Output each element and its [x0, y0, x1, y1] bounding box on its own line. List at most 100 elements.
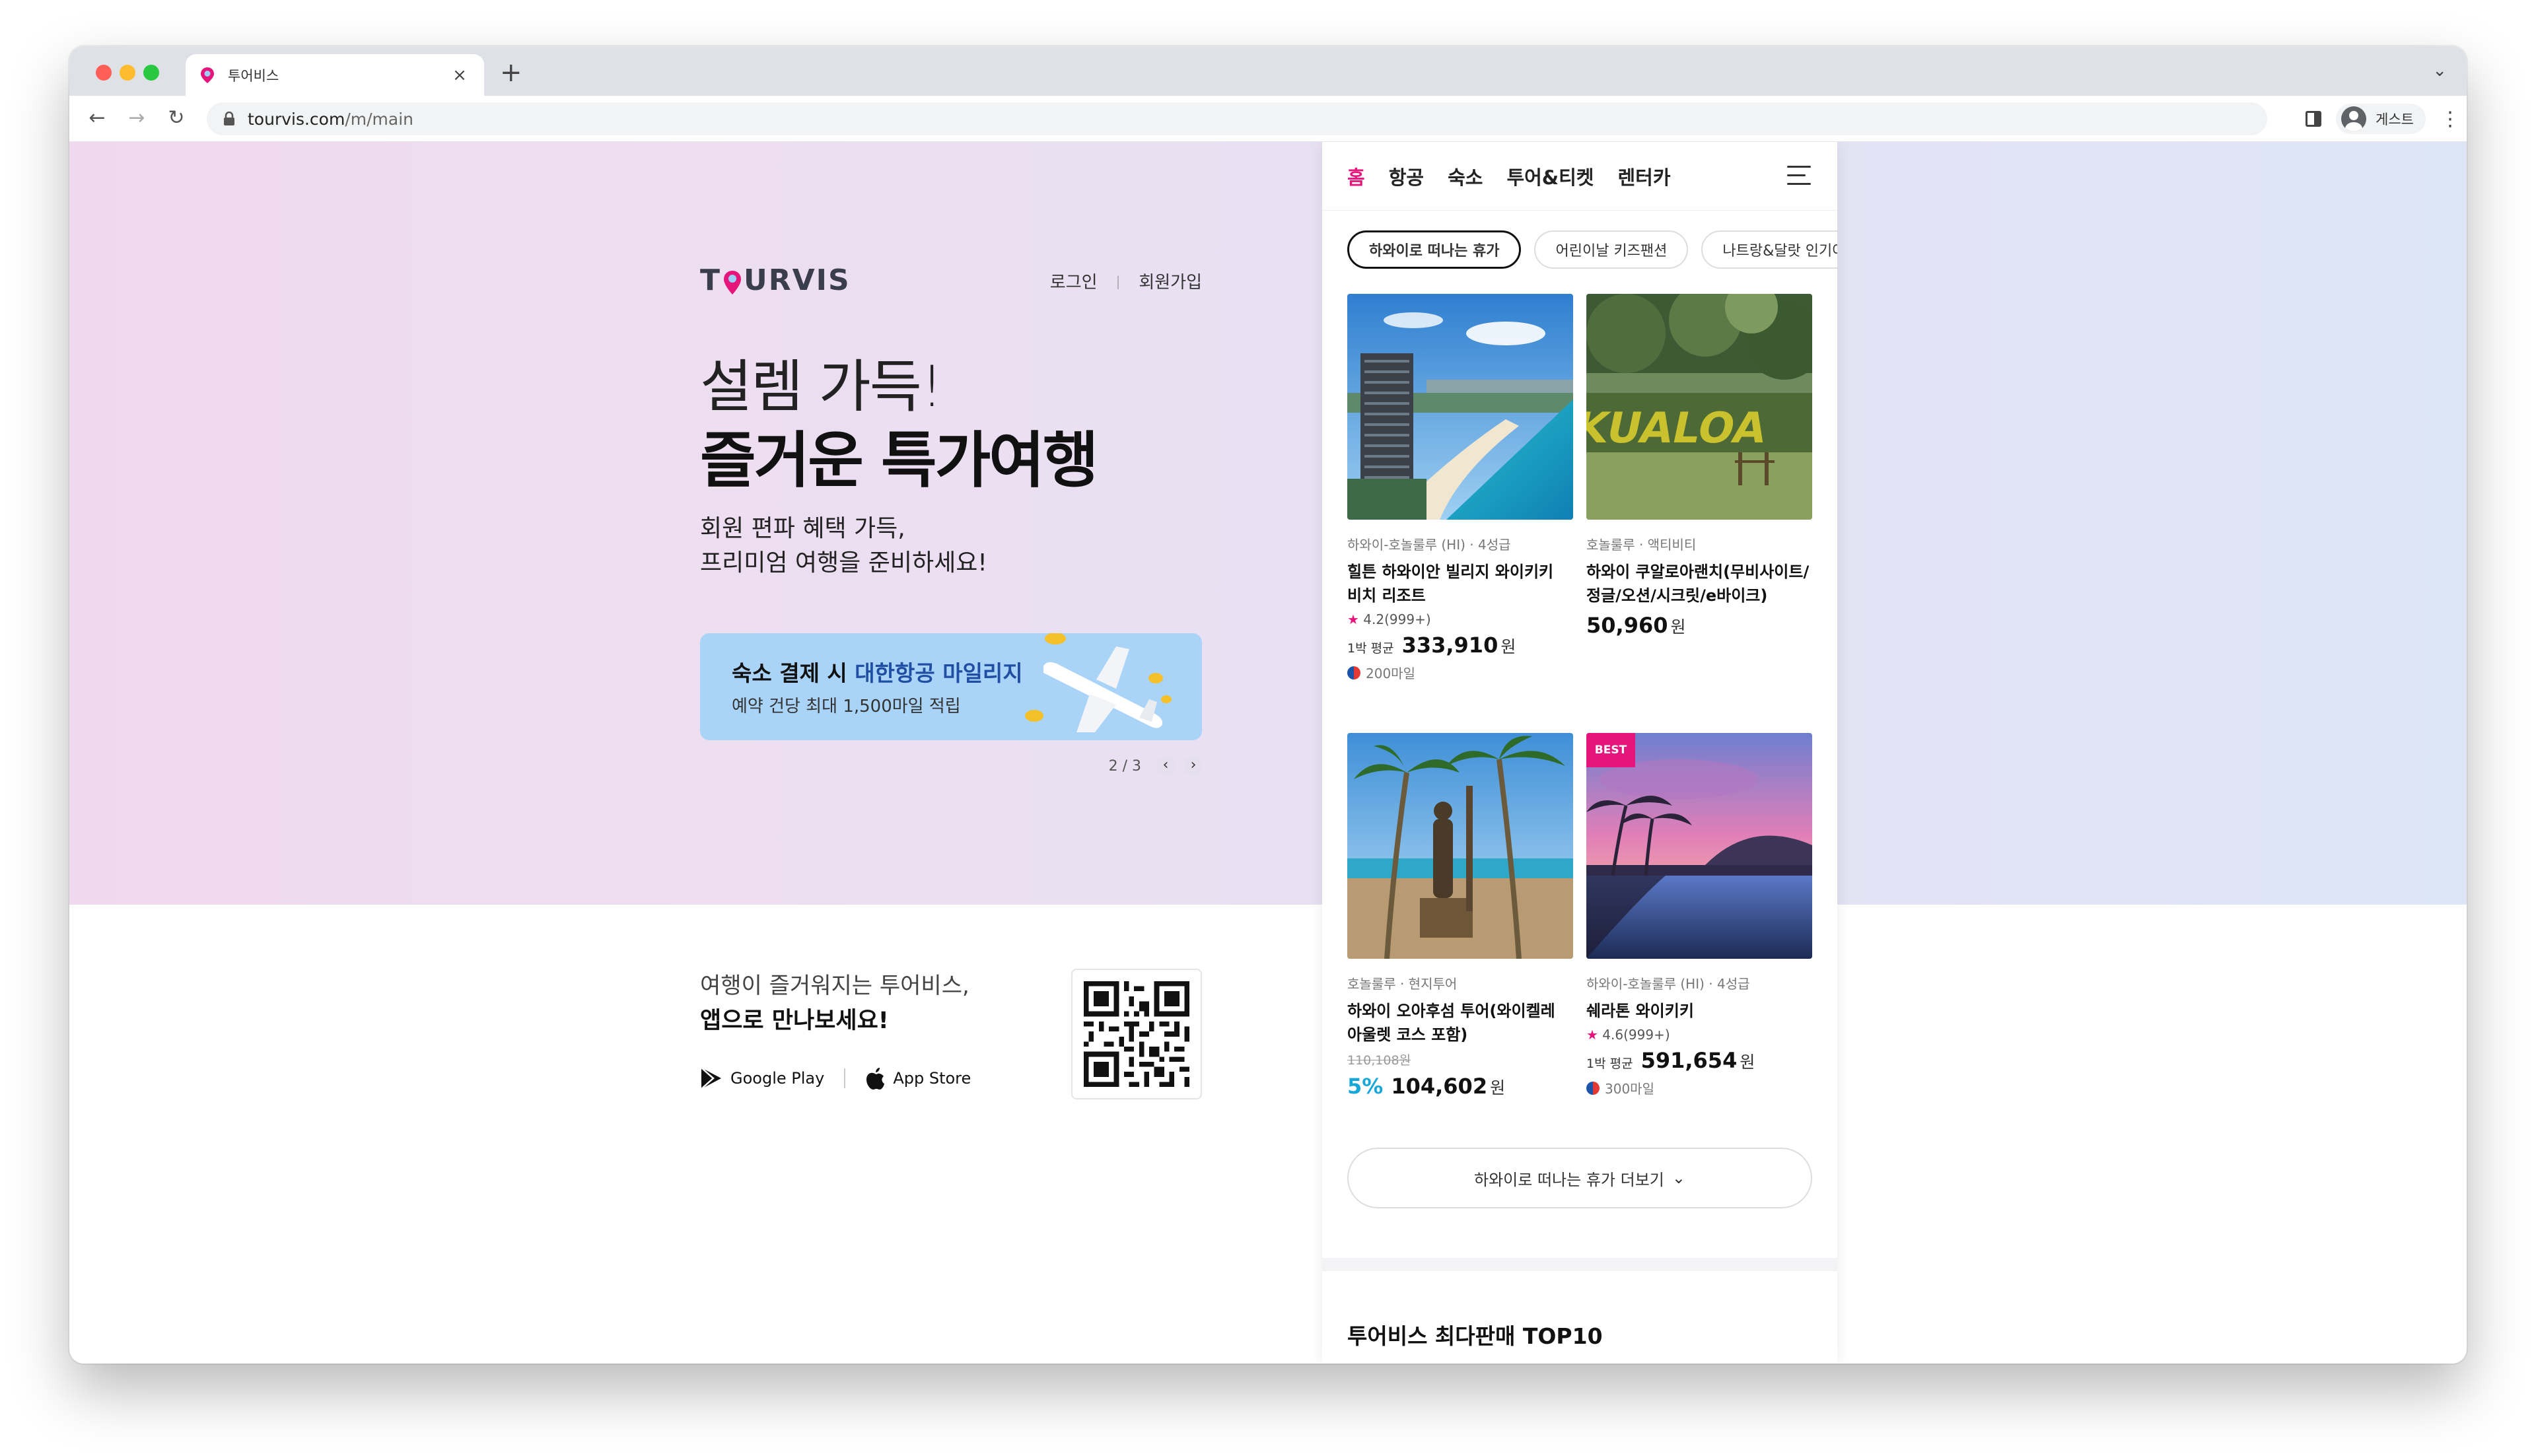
- product-meta: 호놀룰루 · 현지투어: [1347, 976, 1458, 992]
- price-label: 1박 평균: [1347, 641, 1394, 656]
- nav-item-home[interactable]: 홈: [1347, 162, 1365, 190]
- product-card[interactable]: BEST 하와이-호놀룰루 (HI) · 4성급 쉐라톤 와이키키 ★ 4.6(…: [1586, 733, 1812, 1097]
- discount-rate: 5%: [1347, 1074, 1384, 1099]
- signup-link[interactable]: 회원가입: [1139, 269, 1202, 293]
- product-price: 1박 평균 333,910 원: [1347, 633, 1573, 658]
- store-divider: [844, 1068, 846, 1088]
- app-store-links: Google Play App Store: [700, 1066, 971, 1090]
- product-image-kualoa: KUALOA: [1586, 294, 1812, 520]
- address-bar[interactable]: tourvis.com/m/main: [207, 102, 2267, 135]
- url-path: /m/main: [345, 109, 413, 129]
- nav-item-tours-tickets[interactable]: 투어&티켓: [1506, 162, 1594, 190]
- product-rating: ★ 4.2(999+): [1347, 611, 1573, 627]
- mobile-nav: 홈 항공 숙소 투어&티켓 렌터카: [1322, 142, 1837, 211]
- page-content: T URVIS 로그인 | 회원가입 설렘 가득! 즐거운 특가여행 회원 편파…: [69, 142, 2467, 1364]
- pager-current: 2: [1108, 757, 1118, 775]
- promo-banner[interactable]: 숙소 결제 시 대한항공 마일리지 예약 건당 최대 1,500마일 적립: [700, 633, 1202, 740]
- promo-title-prefix: 숙소 결제 시: [732, 660, 855, 686]
- pager-next-button[interactable]: ›: [1185, 757, 1202, 775]
- google-play-link[interactable]: Google Play: [700, 1066, 824, 1090]
- nav-item-rentacar[interactable]: 렌터카: [1617, 162, 1670, 190]
- side-panel-icon[interactable]: [2306, 111, 2322, 127]
- hamburger-menu-icon[interactable]: [1787, 164, 1811, 187]
- tab-close-icon[interactable]: ×: [450, 65, 470, 85]
- chip-hawaii[interactable]: 하와이로 떠나는 휴가: [1347, 230, 1522, 269]
- mileage-value: 300마일: [1605, 1081, 1654, 1097]
- korean-air-icon: [1586, 1081, 1600, 1095]
- product-name: 힐튼 하와이안 빌리지 와이키키 비치 리조트: [1347, 563, 1554, 605]
- subheadline-line-1: 회원 편파 혜택 가득,: [700, 515, 905, 542]
- banner-pager: 2 / 3 ‹ ›: [1109, 757, 1202, 775]
- reload-icon[interactable]: ↻: [163, 105, 190, 131]
- back-arrow-icon[interactable]: ←: [84, 105, 110, 131]
- pager-total: 3: [1132, 757, 1141, 775]
- svg-text:KUALOA: KUALOA: [1586, 404, 1771, 453]
- mileage-value: 200마일: [1366, 666, 1415, 681]
- browser-menu-icon[interactable]: ⋮: [2440, 108, 2460, 131]
- price-value: 591,654: [1640, 1048, 1738, 1073]
- new-tab-button[interactable]: +: [500, 59, 522, 86]
- product-card[interactable]: 호놀룰루 · 현지투어 하와이 오아후섬 투어(와이켈레 아울렛 코스 포함) …: [1347, 733, 1573, 1099]
- review-count: (999+): [1623, 1027, 1670, 1043]
- product-card[interactable]: 하와이-호놀룰루 (HI) · 4성급 힐튼 하와이안 빌리지 와이키키 비치 …: [1347, 294, 1573, 682]
- product-meta: 호놀룰루 · 액티비티: [1586, 537, 1697, 553]
- promo-title-highlight: 대한항공 마일리지: [855, 660, 1023, 686]
- more-button-label: 하와이로 떠나는 휴가 더보기: [1474, 1170, 1664, 1189]
- lock-icon: [223, 111, 236, 126]
- pager-separator: /: [1117, 757, 1132, 775]
- price-unit: 원: [1740, 1053, 1755, 1072]
- app-promo-line-1: 여행이 즐거워지는 투어비스,: [700, 973, 969, 999]
- product-meta: 하와이-호놀룰루 (HI) · 4성급: [1586, 976, 1750, 992]
- more-hawaii-button[interactable]: 하와이로 떠나는 휴가 더보기 ⌄: [1347, 1148, 1812, 1208]
- theme-chips: 하와이로 떠나는 휴가 어린이날 키즈팬션 나트랑&달랏 인기여행: [1347, 230, 1837, 269]
- logo-pin-icon: [722, 269, 742, 296]
- price-label: 1박 평균: [1586, 1057, 1633, 1071]
- logo-letter-t: T: [700, 263, 722, 297]
- price-value: 333,910: [1401, 633, 1498, 658]
- headline-light: 설렘 가득!: [700, 354, 943, 420]
- product-price: 50,960 원: [1586, 613, 1812, 638]
- tourvis-logo[interactable]: T URVIS: [700, 263, 851, 297]
- app-promo-line-2: 앱으로 만나보세요!: [700, 1008, 889, 1034]
- pager-prev-button[interactable]: ‹: [1157, 757, 1174, 775]
- url-host: tourvis.com: [248, 109, 345, 129]
- nav-item-hotels[interactable]: 숙소: [1448, 162, 1483, 190]
- best-badge: BEST: [1586, 733, 1635, 767]
- tourvis-pin-icon: [200, 67, 215, 84]
- app-store-label: App Store: [893, 1069, 971, 1088]
- avatar-icon: [2341, 106, 2367, 131]
- url-text: tourvis.com/m/main: [248, 110, 413, 129]
- mileage-info: 300마일: [1586, 1078, 1812, 1097]
- profile-label: 게스트: [2376, 112, 2414, 127]
- airplane-illustration: [1025, 633, 1172, 732]
- google-play-icon: [701, 1067, 721, 1090]
- price-unit: 원: [1500, 637, 1516, 656]
- subheadline: 회원 편파 혜택 가득, 프리미엄 여행을 준비하세요!: [700, 512, 987, 580]
- price-unit: 원: [1490, 1078, 1506, 1097]
- close-window-button[interactable]: [96, 65, 112, 81]
- auth-divider: |: [1115, 273, 1121, 289]
- rating-value: 4.6: [1602, 1027, 1624, 1043]
- tab-search-chevron-icon[interactable]: ⌄: [2432, 61, 2447, 81]
- tab-bar: 투어비스 × + ⌄: [69, 46, 2467, 96]
- logo-letters-urvis: URVIS: [744, 263, 851, 297]
- product-card[interactable]: KUALOA 호놀룰루 · 액티비티 하와이 쿠알로아랜치(무비사이트/정글/오…: [1586, 294, 1812, 638]
- app-store-link[interactable]: App Store: [865, 1066, 971, 1090]
- mobile-web-panel: 홈 항공 숙소 투어&티켓 렌터카 하와이로 떠나는 휴가 어린이날 키즈팬션 …: [1322, 142, 1837, 1364]
- headline-bold: 즐거운 특가여행: [700, 425, 1099, 496]
- nav-item-flights[interactable]: 항공: [1389, 162, 1424, 190]
- minimize-window-button[interactable]: [120, 65, 135, 81]
- product-image-sheraton: BEST: [1586, 733, 1812, 959]
- zoom-window-button[interactable]: [143, 65, 159, 81]
- chip-kids-pension[interactable]: 어린이날 키즈팬션: [1534, 230, 1689, 269]
- browser-tab[interactable]: 투어비스 ×: [186, 54, 484, 96]
- rating-value: 4.2: [1363, 611, 1385, 627]
- apple-icon: [866, 1068, 885, 1090]
- forward-arrow-icon[interactable]: →: [123, 105, 150, 131]
- product-name: 쉐라톤 와이키키: [1586, 1002, 1694, 1020]
- hero-background: [69, 142, 2467, 905]
- profile-button[interactable]: 게스트: [2336, 104, 2426, 134]
- review-count: (999+): [1384, 611, 1431, 627]
- chip-nhatrang-dalat[interactable]: 나트랑&달랏 인기여행: [1701, 230, 1837, 269]
- login-link[interactable]: 로그인: [1050, 269, 1098, 293]
